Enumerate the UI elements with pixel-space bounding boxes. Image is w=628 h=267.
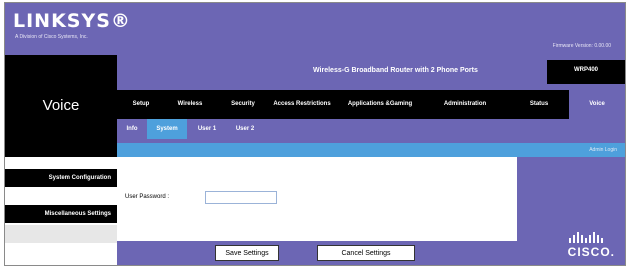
subtab-info[interactable]: Info <box>121 119 143 139</box>
subtab-system[interactable]: System <box>147 119 187 139</box>
tab-administration[interactable]: Administration <box>419 90 511 119</box>
user-password-input[interactable] <box>205 191 277 204</box>
section-miscellaneous-settings: Miscellaneous Settings <box>5 205 117 223</box>
tab-security[interactable]: Security <box>219 90 267 119</box>
main-tabs: Setup Wireless Security Access Restricti… <box>117 90 625 119</box>
subtab-strip: Admin Login <box>117 143 625 157</box>
tab-voice[interactable]: Voice <box>569 90 625 119</box>
product-name: Wireless-G Broadband Router with 2 Phone… <box>313 67 478 74</box>
cancel-settings-button[interactable]: Cancel Settings <box>317 245 415 261</box>
button-bar: Save Settings Cancel Settings <box>117 241 517 265</box>
model-badge: WRP400 <box>547 60 625 84</box>
tab-status[interactable]: Status <box>517 90 561 119</box>
logo-subtitle: A Division of Cisco Systems, Inc. <box>15 34 88 40</box>
cisco-logo: CISCO. <box>568 232 615 259</box>
linksys-logo: LINKSYS® <box>13 10 131 32</box>
subtab-user-2[interactable]: User 2 <box>227 119 263 139</box>
page-title: Voice <box>42 97 80 114</box>
right-brand-panel: CISCO. <box>517 157 625 265</box>
section-system-configuration: System Configuration <box>5 169 117 187</box>
firmware-version: Firmware Version: 0.00.00 <box>552 43 611 49</box>
save-settings-button[interactable]: Save Settings <box>215 245 279 261</box>
section-nav-divider <box>5 225 117 243</box>
product-bar: Wireless-G Broadband Router with 2 Phone… <box>117 55 625 90</box>
admin-login-link[interactable]: Admin Login <box>589 147 617 153</box>
model-number: WRP400 <box>573 67 598 73</box>
tab-access-restrictions[interactable]: Access Restrictions <box>272 90 332 119</box>
tab-setup[interactable]: Setup <box>119 90 163 119</box>
router-admin-page: LINKSYS® A Division of Cisco Systems, In… <box>4 2 626 266</box>
tab-wireless[interactable]: Wireless <box>165 90 215 119</box>
top-banner: LINKSYS® A Division of Cisco Systems, In… <box>5 3 625 55</box>
settings-form: User Password : <box>117 157 517 241</box>
sub-tabs: Info System User 1 User 2 <box>117 119 625 143</box>
cisco-bars-icon <box>568 232 603 243</box>
subtab-user-1[interactable]: User 1 <box>189 119 225 139</box>
user-password-label: User Password : <box>125 194 170 200</box>
cisco-wordmark: CISCO. <box>567 245 615 259</box>
tab-applications-gaming[interactable]: Applications &Gaming <box>345 90 415 119</box>
